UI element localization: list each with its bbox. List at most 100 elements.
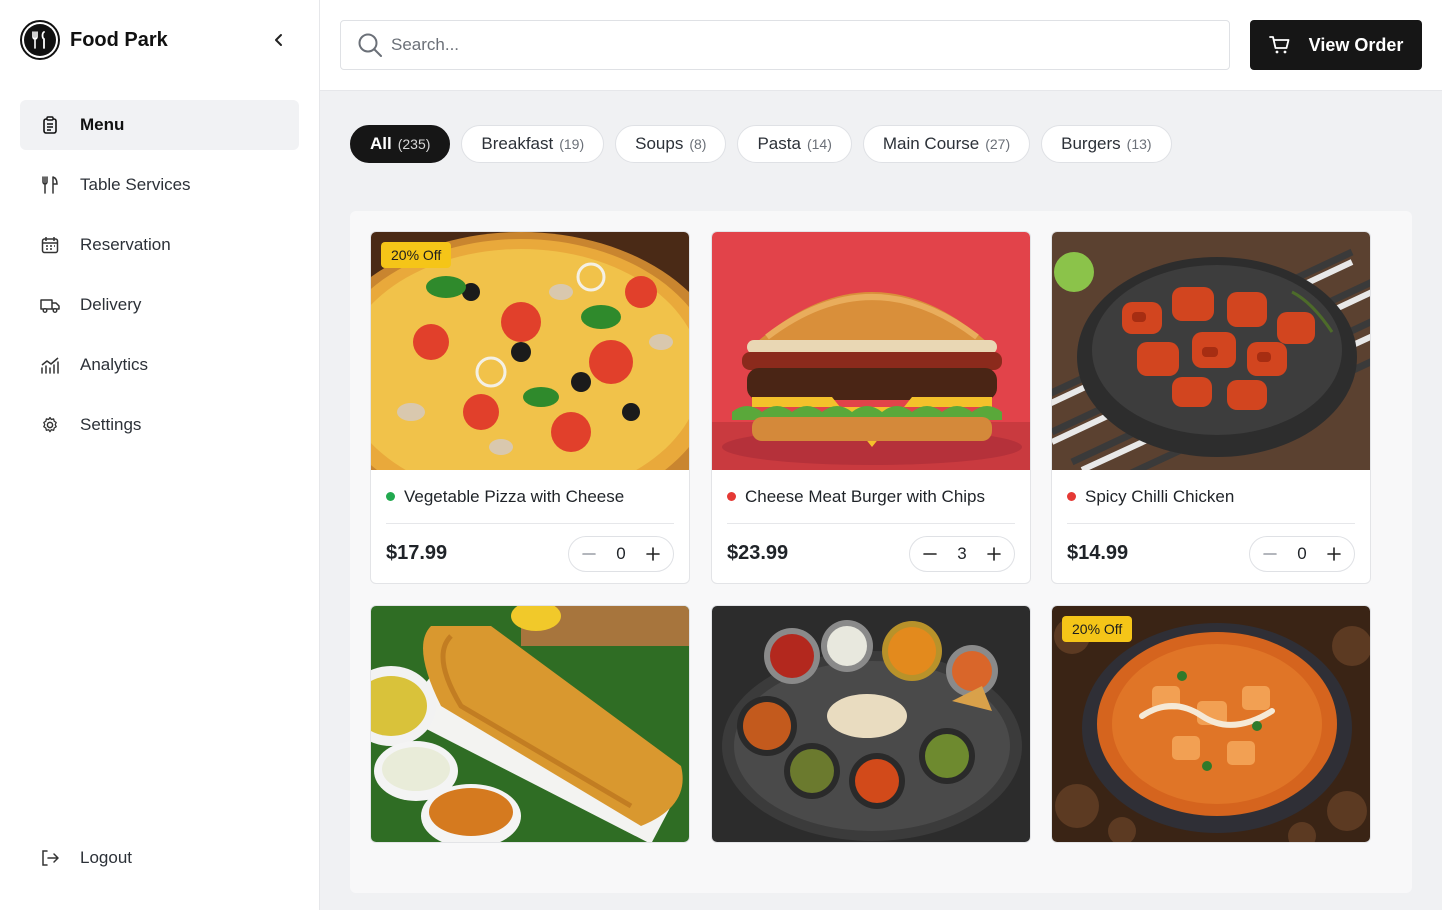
- clipboard-icon: [40, 115, 60, 135]
- chip-count: (27): [985, 136, 1011, 152]
- top-bar: View Order: [320, 0, 1442, 91]
- increment-button[interactable]: [1326, 546, 1342, 562]
- product-title-row: Vegetable Pizza with Cheese: [386, 470, 674, 524]
- category-chips: All (235) Breakfast (19) Soups (8) Pasta…: [350, 125, 1183, 163]
- quantity-value: 0: [1297, 543, 1307, 563]
- product-image-thali[interactable]: [712, 606, 1030, 842]
- plus-icon: [1327, 546, 1341, 561]
- brand[interactable]: Food Park: [20, 20, 168, 60]
- product-footer: $14.99 0: [1067, 524, 1355, 583]
- nonveg-indicator-icon: [1067, 492, 1076, 501]
- product-name: Cheese Meat Burger with Chips: [745, 486, 986, 506]
- sidebar-item-label: Settings: [80, 415, 142, 434]
- chip-count: (13): [1126, 136, 1152, 152]
- logout-label: Logout: [80, 848, 132, 867]
- decrement-button[interactable]: [581, 546, 597, 562]
- product-price: $17.99: [386, 542, 448, 564]
- sidebar-item-delivery[interactable]: Delivery: [20, 280, 299, 330]
- product-footer: $17.99 0: [386, 524, 674, 583]
- product-card[interactable]: Spicy Chilli Chicken $14.99 0: [1051, 231, 1371, 584]
- search-icon: [358, 33, 382, 57]
- product-title-row: Spicy Chilli Chicken: [1067, 470, 1355, 524]
- gear-icon: [40, 415, 60, 435]
- product-image-chicken[interactable]: [1052, 232, 1370, 470]
- chip-label: Breakfast: [481, 134, 554, 153]
- sidebar-item-label: Reservation: [80, 235, 171, 254]
- sidebar-item-label: Analytics: [80, 355, 149, 374]
- plus-icon: [646, 546, 660, 561]
- quantity-stepper[interactable]: 0: [1249, 535, 1355, 572]
- sidebar-item-label: Table Services: [80, 175, 191, 194]
- discount-badge: 20% Off: [1062, 616, 1133, 642]
- veg-indicator-icon: [386, 492, 395, 501]
- category-chip-burgers[interactable]: Burgers (13): [1041, 125, 1172, 163]
- category-chip-pasta[interactable]: Pasta (14): [737, 125, 852, 163]
- product-price: $14.99: [1067, 542, 1129, 564]
- chip-label: Burgers: [1061, 134, 1121, 153]
- brand-logo: [20, 20, 60, 60]
- search-input[interactable]: [391, 35, 1171, 55]
- quantity-stepper[interactable]: 3: [909, 535, 1015, 572]
- decrement-button[interactable]: [922, 546, 938, 562]
- quantity-stepper[interactable]: 0: [568, 535, 674, 572]
- logout-button[interactable]: Logout: [20, 833, 299, 883]
- logout-icon: [40, 848, 60, 868]
- sidebar-item-reservation[interactable]: Reservation: [20, 220, 299, 270]
- category-chip-all[interactable]: All (235): [350, 125, 451, 163]
- nonveg-indicator-icon: [727, 492, 736, 501]
- view-order-label: View Order: [1308, 34, 1404, 55]
- product-title-row: Cheese Meat Burger with Chips: [727, 470, 1015, 524]
- category-chip-soups[interactable]: Soups (8): [615, 125, 727, 163]
- product-card[interactable]: [711, 605, 1031, 843]
- discount-badge: 20% Off: [381, 242, 452, 268]
- product-name: Vegetable Pizza with Cheese: [404, 486, 625, 506]
- chevron-left-icon: [275, 34, 282, 46]
- main-content: All (235) Breakfast (19) Soups (8) Pasta…: [320, 91, 1442, 910]
- product-card[interactable]: 20% Off Vegetable Pizza with Cheese $17.…: [370, 231, 690, 584]
- product-name: Spicy Chilli Chicken: [1085, 486, 1235, 506]
- minus-icon: [582, 552, 596, 555]
- sidebar-item-table-services[interactable]: Table Services: [20, 160, 299, 210]
- view-order-button[interactable]: View Order: [1250, 20, 1422, 70]
- decrement-button[interactable]: [1262, 546, 1278, 562]
- plus-icon: [987, 546, 1001, 561]
- collapse-sidebar-button[interactable]: [268, 29, 290, 51]
- increment-button[interactable]: [986, 546, 1002, 562]
- product-footer: $23.99 3: [727, 524, 1015, 583]
- quantity-value: 3: [957, 543, 967, 563]
- chip-count: (235): [397, 136, 431, 152]
- product-image-burger[interactable]: [712, 232, 1030, 470]
- product-image-curry[interactable]: 20% Off: [1052, 606, 1370, 842]
- minus-icon: [923, 552, 937, 555]
- increment-button[interactable]: [645, 546, 661, 562]
- quantity-value: 0: [616, 543, 626, 563]
- sidebar-item-menu[interactable]: Menu: [20, 100, 299, 150]
- plate-cutlery-icon: [24, 24, 56, 56]
- product-card[interactable]: Cheese Meat Burger with Chips $23.99 3: [711, 231, 1031, 584]
- truck-icon: [40, 295, 60, 315]
- chip-count: (8): [689, 136, 707, 152]
- sidebar-item-label: Menu: [80, 115, 125, 134]
- sidebar-item-analytics[interactable]: Analytics: [20, 340, 299, 390]
- category-chip-breakfast[interactable]: Breakfast (19): [461, 125, 605, 163]
- product-card[interactable]: [370, 605, 690, 843]
- sidebar-item-settings[interactable]: Settings: [20, 400, 299, 450]
- chip-count: (19): [559, 136, 585, 152]
- product-price: $23.99: [727, 542, 789, 564]
- cart-icon: [1268, 35, 1291, 55]
- brand-name: Food Park: [70, 28, 168, 51]
- product-image-pizza[interactable]: 20% Off: [371, 232, 689, 470]
- chip-label: Pasta: [757, 134, 801, 153]
- search-box[interactable]: [340, 20, 1230, 70]
- chart-icon: [40, 355, 60, 375]
- sidebar: Food Park Menu Table Services Reservatio…: [0, 0, 320, 910]
- chip-label: Soups: [635, 134, 684, 153]
- sidebar-item-label: Delivery: [80, 295, 142, 314]
- fork-knife-icon: [40, 175, 60, 195]
- chip-label: Main Course: [882, 134, 980, 153]
- category-chip-main-course[interactable]: Main Course (27): [862, 125, 1031, 163]
- minus-icon: [1263, 552, 1277, 555]
- product-image-dosa[interactable]: [371, 606, 689, 842]
- product-card[interactable]: 20% Off: [1051, 605, 1371, 843]
- calendar-icon: [40, 235, 60, 255]
